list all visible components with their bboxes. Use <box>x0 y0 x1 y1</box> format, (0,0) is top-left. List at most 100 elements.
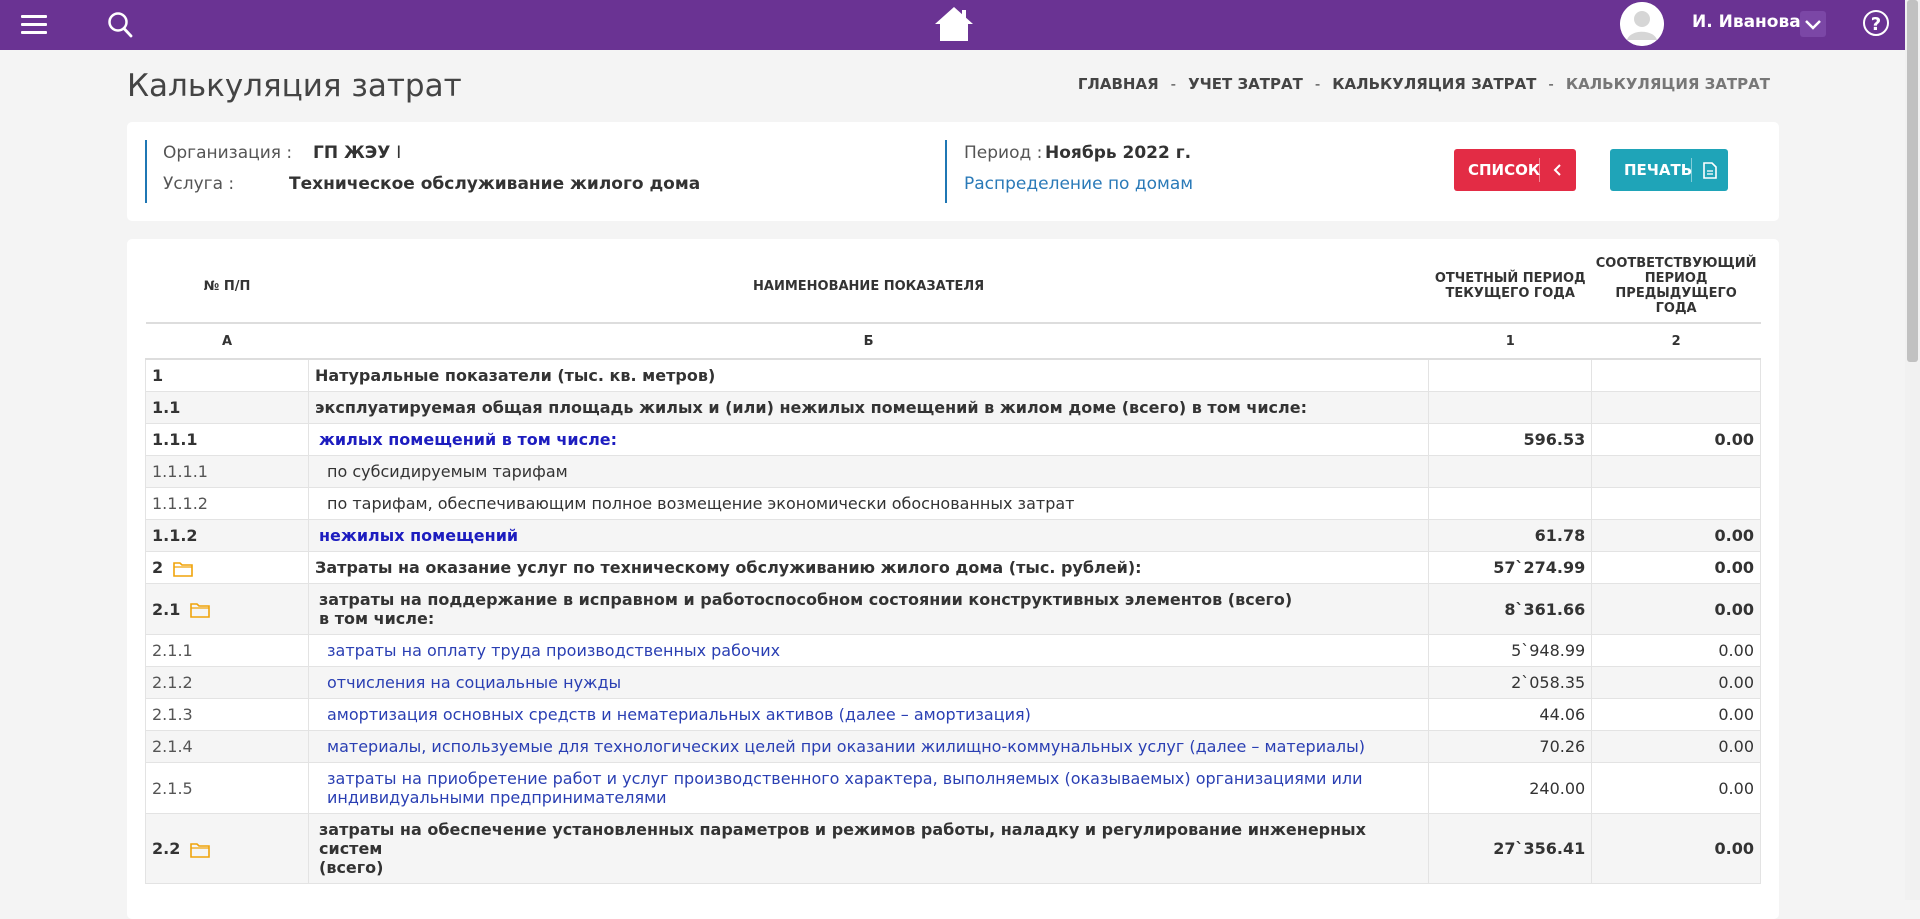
row-number: 2 <box>152 558 164 577</box>
page-title: Калькуляция затрат <box>127 68 462 104</box>
breadcrumb-cost-accounting[interactable]: УЧЕТ ЗАТРАТ <box>1188 75 1303 93</box>
row-current: 44.06 <box>1428 698 1593 731</box>
list-button[interactable]: СПИСОК <box>1454 149 1576 191</box>
table-row: 2.1.4 материалы, используемые для технол… <box>145 730 1761 763</box>
row-current: 27`356.41 <box>1428 813 1593 884</box>
col-sub-b: Б <box>308 323 1429 360</box>
row-number: 2.1.2 <box>145 666 309 699</box>
row-name-link[interactable]: материалы, используемые для технологичес… <box>307 730 1430 763</box>
service-label: Услуга : <box>163 174 235 194</box>
chevron-left-icon <box>1539 158 1576 182</box>
table-row: 2.1.2 отчисления на социальные нужды 2`0… <box>145 666 1761 699</box>
col-sub-a: А <box>145 323 309 360</box>
row-previous: 0.00 <box>1591 762 1761 814</box>
row-current: 240.00 <box>1428 762 1593 814</box>
user-name[interactable]: И. Иванова <box>1692 12 1801 32</box>
col-sub-2: 2 <box>1591 323 1761 360</box>
row-current <box>1428 487 1593 520</box>
row-number: 2.1.3 <box>145 698 309 731</box>
row-name-link[interactable]: жилых помещений в том числе: <box>307 423 1430 456</box>
row-number: 1.1.2 <box>145 519 309 552</box>
col-header-current: ОТЧЕТНЫЙ ПЕРИОД ТЕКУЩЕГО ГОДА <box>1428 250 1592 324</box>
row-number: 1 <box>145 358 309 392</box>
table-row: 1.1.2 нежилых помещений 61.78 0.00 <box>145 519 1761 552</box>
table-row: 2.1.1 затраты на оплату труда производст… <box>145 634 1761 667</box>
col-sub-1: 1 <box>1428 323 1592 360</box>
cost-table: № П/П НАИМЕНОВАНИЕ ПОКАЗАТЕЛЯ ОТЧЕТНЫЙ П… <box>145 250 1761 884</box>
row-name-link[interactable]: амортизация основных средств и нематериа… <box>307 698 1430 731</box>
row-previous: 0.00 <box>1591 423 1761 456</box>
row-name-link[interactable]: нежилых помещений <box>307 519 1430 552</box>
row-name-link[interactable]: затраты на оплату труда производственных… <box>307 634 1430 667</box>
row-number: 1.1.1.2 <box>145 487 309 520</box>
breadcrumb-separator: - <box>1548 75 1554 93</box>
row-previous: 0.00 <box>1591 519 1761 552</box>
list-button-label: СПИСОК <box>1468 161 1541 179</box>
help-icon[interactable]: ? <box>1863 10 1889 36</box>
row-current: 2`058.35 <box>1428 666 1593 699</box>
organization-value: ГП ЖЭУ I <box>313 143 402 163</box>
row-previous <box>1591 358 1761 392</box>
row-name-continued: индивидуальными предпринимателями <box>327 788 667 807</box>
chevron-down-icon[interactable] <box>1800 11 1826 37</box>
row-number-cell: 2.1 <box>145 583 309 635</box>
row-previous: 0.00 <box>1591 730 1761 763</box>
organization-label: Организация : <box>163 143 293 163</box>
table-row: 2.1.5 затраты на приобретение работ и ус… <box>145 762 1761 814</box>
row-current: 5`948.99 <box>1428 634 1593 667</box>
row-number: 2.1 <box>152 599 181 619</box>
row-name: затраты на поддержание в исправном и раб… <box>319 590 1293 609</box>
breadcrumb-home[interactable]: ГЛАВНАЯ <box>1078 75 1159 93</box>
col-header-previous: СООТВЕТСТВУЮЩИЙ ПЕРИОД ПРЕДЫДУЩЕГО ГОДА <box>1591 250 1761 324</box>
table-row: 1.1 эксплуатируемая общая площадь жилых … <box>145 391 1761 424</box>
table-row: 2 Затраты на оказание услуг по техническ… <box>145 551 1761 584</box>
row-name-continued: в том числе: <box>319 609 435 628</box>
row-number: 1.1.1 <box>145 423 309 456</box>
row-number: 1.1 <box>145 391 309 424</box>
row-current: 8`361.66 <box>1428 583 1593 635</box>
row-previous: 0.00 <box>1591 698 1761 731</box>
period-value: Ноябрь 2022 г. <box>1045 143 1192 163</box>
distribution-link[interactable]: Распределение по домам <box>964 174 1193 194</box>
folder-icon[interactable] <box>190 602 211 618</box>
row-number: 2.1.1 <box>145 634 309 667</box>
breadcrumb-current: КАЛЬКУЛЯЦИЯ ЗАТРАТ <box>1565 75 1770 93</box>
document-icon <box>1691 158 1728 182</box>
row-name-link[interactable]: отчисления на социальные нужды <box>307 666 1430 699</box>
table-row: 2.1.3 амортизация основных средств и нем… <box>145 698 1761 731</box>
row-current <box>1428 455 1593 488</box>
row-current: 57`274.99 <box>1428 551 1593 584</box>
table-subheader-row: А Б 1 2 <box>145 323 1761 360</box>
table-header-row: № П/П НАИМЕНОВАНИЕ ПОКАЗАТЕЛЯ ОТЧЕТНЫЙ П… <box>145 250 1761 324</box>
row-current: 61.78 <box>1428 519 1593 552</box>
table-row: 2.1 затраты на поддержание в исправном и… <box>145 583 1761 635</box>
row-name: Затраты на оказание услуг по техническом… <box>307 551 1430 584</box>
row-current <box>1428 358 1593 392</box>
home-icon[interactable] <box>933 5 975 47</box>
avatar[interactable] <box>1620 2 1664 46</box>
print-button[interactable]: ПЕЧАТЬ <box>1610 149 1728 191</box>
scrollbar[interactable] <box>1905 0 1920 900</box>
folder-icon[interactable] <box>190 842 211 858</box>
row-name-link-cell[interactable]: затраты на приобретение работ и услуг пр… <box>307 762 1430 814</box>
row-previous: 0.00 <box>1591 634 1761 667</box>
row-name-cell: затраты на обеспечение установленных пар… <box>307 813 1430 884</box>
row-name: Натуральные показатели (тыс. кв. метров) <box>307 358 1430 392</box>
row-previous: 0.00 <box>1591 551 1761 584</box>
col-header-num: № П/П <box>145 250 309 324</box>
divider <box>145 140 147 203</box>
menu-icon[interactable] <box>21 10 47 39</box>
row-name-continued: (всего) <box>319 858 384 877</box>
scrollbar-thumb[interactable] <box>1907 0 1918 362</box>
table-row: 2.2 затраты на обеспечение установленных… <box>145 813 1761 884</box>
period-label: Период : <box>964 143 1043 163</box>
breadcrumb-separator: - <box>1170 75 1177 93</box>
search-icon[interactable] <box>107 11 133 43</box>
breadcrumb-cost-calculation[interactable]: КАЛЬКУЛЯЦИЯ ЗАТРАТ <box>1332 75 1536 93</box>
row-name-cell: затраты на поддержание в исправном и раб… <box>307 583 1430 635</box>
row-previous: 0.00 <box>1591 813 1761 884</box>
folder-icon[interactable] <box>173 561 193 577</box>
top-bar: И. Иванова ? <box>0 0 1905 50</box>
row-previous <box>1591 455 1761 488</box>
row-number: 2.1.5 <box>145 762 309 814</box>
